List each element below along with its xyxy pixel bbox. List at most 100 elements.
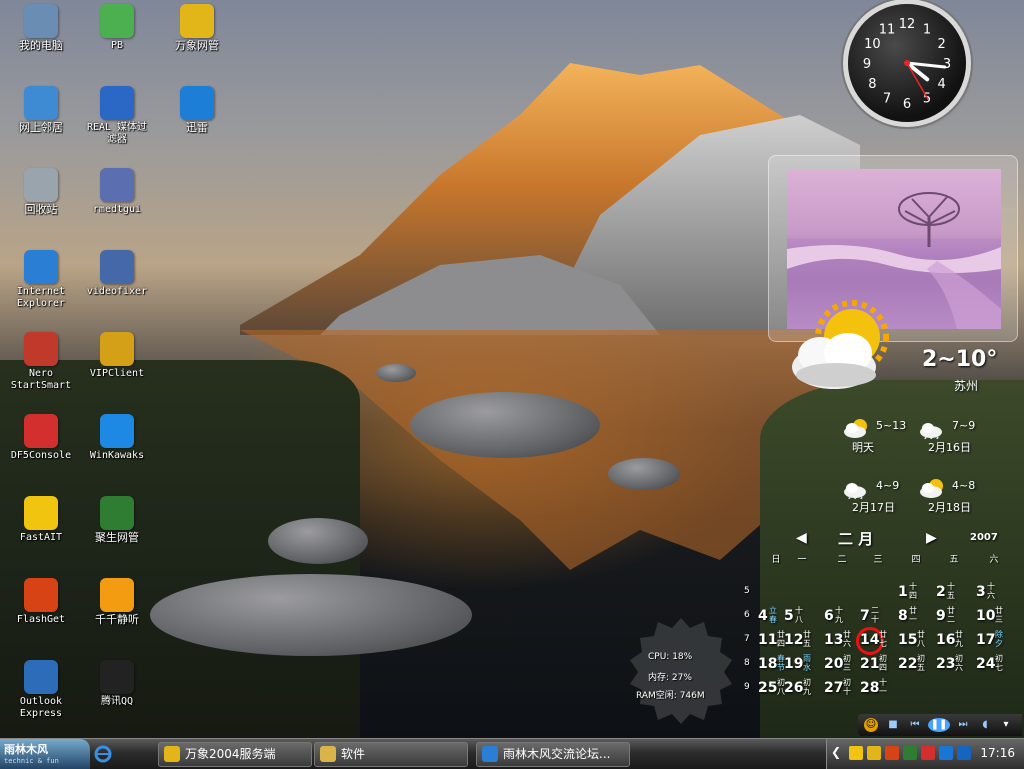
outlook-express-icon xyxy=(24,660,58,694)
taskbar-task-button[interactable]: 万象2004服务端 xyxy=(158,742,312,767)
tray-expand-icon[interactable]: ❮ xyxy=(831,745,841,759)
calendar-day[interactable]: 9廿 二 xyxy=(936,606,970,628)
desktop-icon-flashget[interactable]: FlashGet xyxy=(0,578,82,626)
desktop-icon-vipclient[interactable]: VIPClient xyxy=(76,332,158,380)
tray-security-icon[interactable] xyxy=(957,746,971,760)
calendar-day[interactable]: 7二 十 xyxy=(860,606,894,628)
computer-icon xyxy=(24,4,58,38)
desktop-icon-videofixer[interactable]: videofixer xyxy=(76,250,158,298)
calendar-day[interactable]: 15 廿 八 xyxy=(898,630,932,652)
tray-shield-icon[interactable] xyxy=(849,746,863,760)
clock-numeral: 12 xyxy=(899,17,916,32)
lunar-date: 初 三 xyxy=(843,654,851,672)
day-number: 1 xyxy=(898,584,908,600)
desktop-icon-ie[interactable]: Internet Explorer xyxy=(0,250,82,310)
calendar-day[interactable]: 12 廿 五 xyxy=(784,630,818,652)
jusheng-icon xyxy=(100,496,134,530)
videofixer-icon xyxy=(100,250,134,284)
sun-cloud-icon xyxy=(792,300,889,389)
forecast-day: 4~8 2月18日 xyxy=(914,473,990,529)
desktop-icon-nero[interactable]: Nero StartSmart xyxy=(0,332,82,392)
desktop-icon-jusheng[interactable]: 聚生网管 xyxy=(76,496,158,544)
real-filter-icon xyxy=(100,86,134,120)
desktop-icon-wanxiang[interactable]: 万象网管 xyxy=(156,4,238,52)
forecast-date: 明天 xyxy=(852,441,874,454)
next-track-icon[interactable]: ⏭ xyxy=(952,718,974,732)
desktop-icon-my-computer[interactable]: 我的电脑 xyxy=(0,4,82,52)
ttplayer-mini-controls[interactable]: ☺ ■ ⏮ ❚❚ ⏭ ◖ ▾ xyxy=(858,714,1022,736)
desktop-icon-network[interactable]: 网上邻居 xyxy=(0,86,82,134)
calendar-day[interactable]: 6十 九 xyxy=(824,606,858,628)
desktop-icon-real-filter[interactable]: REAL 媒体过 滤器 xyxy=(76,86,158,146)
calendar-day[interactable]: 28 十 一 xyxy=(860,678,894,700)
calendar-prev-arrow[interactable]: ◀ xyxy=(796,530,807,546)
desktop-icon-pb[interactable]: PB xyxy=(76,4,158,52)
tray-network-icon[interactable] xyxy=(903,746,917,760)
calendar-day[interactable]: 26 初 九 xyxy=(784,678,818,700)
calendar-day[interactable]: 27 初 十 xyxy=(824,678,858,700)
calendar-day[interactable]: 14 廿 七 xyxy=(856,627,894,655)
desktop-icon-df5[interactable]: DF5Console xyxy=(0,414,82,462)
mountain-wallpaper-image xyxy=(240,63,860,335)
player-menu-icon[interactable]: ▾ xyxy=(996,718,1016,732)
taskbar-task-button[interactable]: 雨林木风交流论坛... xyxy=(476,742,630,767)
start-button[interactable]: 雨林木风 technic & fun xyxy=(0,739,90,769)
analog-clock-gadget[interactable]: 121234567891011 xyxy=(848,4,966,122)
clock-numeral: 7 xyxy=(883,92,891,107)
day-number: 5 xyxy=(784,608,794,624)
calendar-day[interactable]: 3十 六 xyxy=(976,582,1010,604)
wanxiang-icon xyxy=(180,4,214,38)
cpu-usage: CPU: 18% xyxy=(648,652,693,662)
day-number: 23 xyxy=(936,656,956,672)
calendar-day[interactable]: 13 廿 六 xyxy=(824,630,858,652)
calendar-day[interactable]: 10 廿 三 xyxy=(976,606,1010,628)
quicklaunch-internet-explorer-icon[interactable] xyxy=(94,745,112,763)
tray-app-icon[interactable] xyxy=(885,746,899,760)
tray-antivirus-icon[interactable] xyxy=(921,746,935,760)
calendar-day[interactable]: 2十 五 xyxy=(936,582,970,604)
lunar-date: 十 九 xyxy=(835,606,843,624)
desktop-icon-recycle[interactable]: 回收站 xyxy=(0,168,82,216)
desktop-icon-rmedtgui[interactable]: rmedtgui xyxy=(76,168,158,216)
calendar-day[interactable]: 20 初 三 xyxy=(824,654,858,676)
volume-icon[interactable]: ◖ xyxy=(978,718,992,732)
desktop-icon-qq[interactable]: 腾讯QQ xyxy=(76,660,158,708)
desktop-icon-label: DF5Console xyxy=(10,450,72,461)
tray-qq-icon[interactable] xyxy=(867,746,881,760)
taskbar-task-button[interactable]: 软件 xyxy=(314,742,468,767)
pause-icon[interactable]: ❚❚ xyxy=(928,718,950,732)
weekday-label: 一 xyxy=(797,555,807,565)
desktop-icon-winkawaks[interactable]: WinKawaks xyxy=(76,414,158,462)
day-number: 15 xyxy=(898,632,918,648)
calendar-day[interactable]: 16 廿 九 xyxy=(936,630,970,652)
calendar-next-arrow[interactable]: ▶ xyxy=(926,530,937,546)
lunar-date: 初 七 xyxy=(995,654,1003,672)
calendar-day[interactable]: 5十 八 xyxy=(784,606,818,628)
day-number: 6 xyxy=(824,608,834,624)
cpu-meter-gadget[interactable]: CPU: 18% 内存: 27% RAM空闲: 746M xyxy=(626,614,736,726)
flashget-icon xyxy=(24,578,58,612)
desktop-icon-ttplayer[interactable]: 千千静听 xyxy=(76,578,158,626)
previous-track-icon[interactable]: ⏮ xyxy=(904,718,926,732)
weather-gadget[interactable]: 2~10° 苏州 5~13 明天 7~9 2月16日 4~9 2月17日 4~8 2月18日 xyxy=(790,295,997,515)
calendar-day[interactable]: 23 初 六 xyxy=(936,654,970,676)
desktop-icon-outlook[interactable]: Outlook Express xyxy=(0,660,82,720)
calendar-month: 二 月 xyxy=(838,530,874,548)
tray-volume-icon[interactable] xyxy=(939,746,953,760)
desktop-icon-label: PB xyxy=(110,40,124,51)
stop-icon[interactable]: ■ xyxy=(886,718,900,732)
calendar-day[interactable]: 1十 四 xyxy=(898,582,932,604)
clock-numeral: 8 xyxy=(868,77,876,92)
calendar-day[interactable]: 24 初 七 xyxy=(976,654,1010,676)
tray-clock[interactable]: 17:16 xyxy=(980,746,1015,760)
calendar-day[interactable]: 22 初 五 xyxy=(898,654,932,676)
calendar-day[interactable]: 8廿 一 xyxy=(898,606,932,628)
calendar-day[interactable]: 21 初 四 xyxy=(860,654,894,676)
calendar-day[interactable]: 17 除 夕 xyxy=(976,630,1010,652)
calendar-gadget[interactable]: ◀ 二 月 ▶ 2007 日一二三四五六567891十 四2十 五3十 六4立 … xyxy=(740,524,1024,734)
lunar-date: 二 十 xyxy=(871,606,879,624)
day-number: 17 xyxy=(976,632,996,648)
desktop-icon-fastait[interactable]: FastAIT xyxy=(0,496,82,544)
calendar-day[interactable]: 19 雨 水 xyxy=(784,654,818,676)
desktop-icon-xunlei[interactable]: 迅雷 xyxy=(156,86,238,134)
